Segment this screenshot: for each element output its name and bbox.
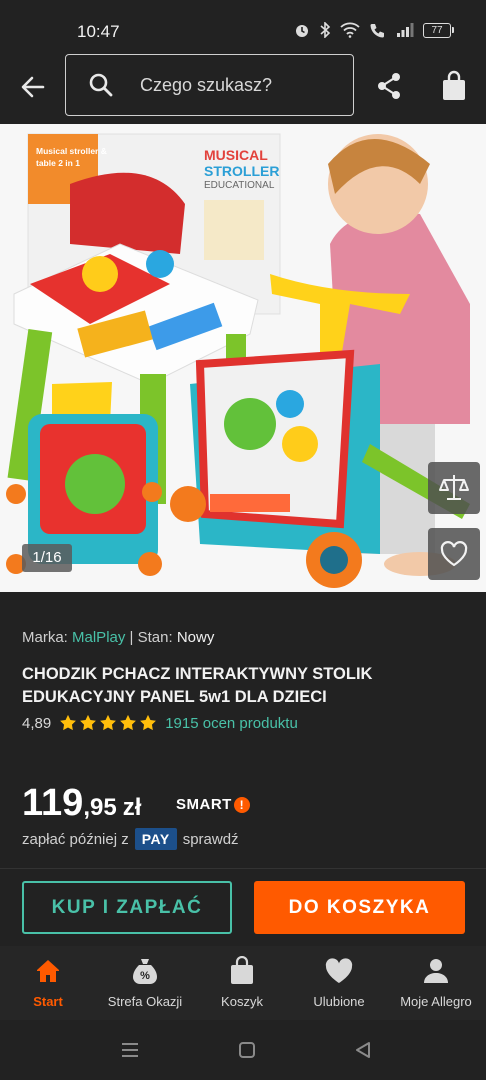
price-cents: ,95 [83, 794, 117, 821]
search-placeholder: Czego szukasz? [140, 75, 273, 95]
status-bar: 10:47 77 [0, 0, 486, 56]
nav-item-cart[interactable]: Koszyk [194, 956, 290, 1009]
star-icon [100, 714, 117, 731]
smart-badge[interactable]: SMART! [176, 796, 250, 813]
pay-prefix: zapłać później z [22, 830, 129, 848]
rating-stars [59, 714, 157, 732]
brand-line: Marka: MalPlay | Stan: Nowy [22, 629, 214, 646]
nav-label: Strefa Okazji [107, 994, 183, 1009]
brand-separator: | [129, 629, 134, 646]
call-wifi-icon [370, 24, 384, 38]
nav-label: Moje Allegro [400, 994, 472, 1009]
heart-outline-icon [440, 541, 468, 567]
star-icon [140, 714, 157, 731]
nav-item-my-allegro[interactable]: Moje Allegro [388, 956, 484, 1009]
nav-label: Ulubione [313, 994, 365, 1009]
nav-item-favorites[interactable]: Ulubione [291, 956, 387, 1009]
home-button-icon[interactable] [238, 1042, 256, 1058]
purchase-bar: KUP I ZAPŁAĆ DO KOSZYKA [0, 868, 486, 947]
box-side-text-1: Musical stroller & [36, 146, 107, 156]
product-image: Musical stroller & table 2 in 1 MUSICAL … [0, 124, 486, 592]
nav-item-start[interactable]: Start [0, 956, 96, 1009]
system-nav-bar [0, 1020, 486, 1080]
arrow-left-icon [21, 76, 45, 98]
signal-icon [397, 23, 414, 37]
home-icon [37, 960, 59, 982]
deal-bag-icon: % [133, 959, 157, 984]
cart-icon [231, 956, 253, 984]
condition-label: Stan: [137, 629, 173, 646]
search-icon [89, 73, 113, 97]
favorite-button[interactable] [428, 528, 480, 580]
search-input[interactable]: Czego szukasz? [65, 54, 354, 116]
pay-check-link[interactable]: sprawdź [183, 831, 239, 848]
share-icon [378, 73, 400, 99]
recent-apps-icon[interactable] [120, 1042, 140, 1058]
star-icon [80, 714, 97, 731]
brand-label: Marka: [22, 629, 68, 646]
back-button[interactable] [18, 72, 48, 102]
pay-later-row[interactable]: zapłać później z PAY sprawdź [22, 828, 239, 850]
star-icon [120, 714, 137, 731]
bottom-nav: Start % Strefa Okazji Koszyk Ulubione Mo… [0, 946, 486, 1020]
bluetooth-icon [320, 22, 331, 38]
smart-label: SMART! [176, 796, 250, 813]
battery-level: 77 [423, 22, 451, 38]
back-nav-icon[interactable] [354, 1041, 372, 1059]
buy-now-button[interactable]: KUP I ZAPŁAĆ [22, 881, 232, 934]
rating-count-link[interactable]: 1915 ocen produktu [165, 715, 298, 732]
nav-label: Koszyk [221, 994, 263, 1009]
price: 119 ,95 zł [22, 782, 141, 825]
condition-value: Nowy [176, 629, 215, 646]
nav-item-deals[interactable]: % Strefa Okazji [97, 956, 193, 1009]
rating-row[interactable]: 4,89 1915 ocen produktu [22, 714, 298, 732]
box-title-line3: EDUCATIONAL [204, 180, 275, 191]
status-time: 10:47 [77, 22, 120, 41]
wifi-icon [340, 22, 360, 38]
product-gallery[interactable]: Musical stroller & table 2 in 1 MUSICAL … [0, 124, 486, 592]
svg-text:%: % [140, 970, 150, 982]
share-button[interactable] [374, 71, 404, 101]
brand-link[interactable]: MalPlay [72, 629, 125, 646]
status-icons: 77 [294, 22, 454, 38]
heart-icon [325, 958, 353, 983]
shopping-bag-icon [443, 70, 465, 100]
cart-button[interactable] [440, 70, 468, 102]
box-side-text-2: table 2 in 1 [36, 158, 80, 168]
top-bar: Czego szukasz? [0, 54, 486, 120]
star-icon [60, 714, 77, 731]
user-icon [424, 959, 448, 983]
rating-value: 4,89 [22, 714, 52, 732]
image-counter: 1/16 [22, 544, 72, 572]
smart-exclamation: ! [233, 797, 250, 813]
scale-compare-icon [439, 475, 469, 500]
box-title-line2: STROLLER [204, 163, 279, 179]
price-main: 119 [22, 782, 84, 824]
add-to-cart-button[interactable]: DO KOSZYKA [254, 881, 465, 934]
battery-icon: 77 [423, 22, 454, 38]
price-currency: zł [122, 794, 142, 821]
compare-button[interactable] [428, 462, 480, 514]
pay-badge: PAY [134, 828, 177, 850]
product-title: CHODZIK PCHACZ INTERAKTYWNY STOLIK EDUKA… [22, 665, 373, 706]
box-title-line1: MUSICAL [204, 147, 268, 163]
alarm-icon [296, 25, 308, 37]
nav-label: Start [33, 994, 63, 1009]
